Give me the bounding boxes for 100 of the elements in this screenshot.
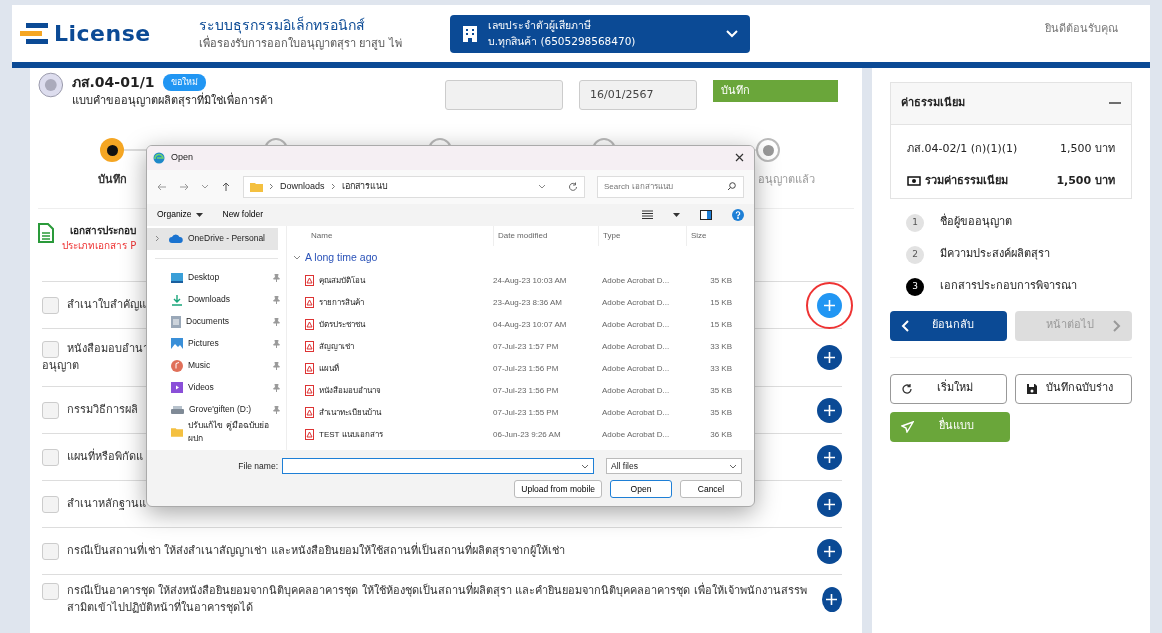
pin-icon <box>273 361 280 370</box>
search-field[interactable]: Search เอกสารแนบ <box>597 175 744 198</box>
file-name[interactable]: คุณสมบัติโอน <box>319 274 365 287</box>
column-header[interactable]: Date modified <box>493 225 598 246</box>
checkbox[interactable] <box>42 401 59 419</box>
add-file-button[interactable] <box>817 444 842 470</box>
file-date: 07-Jul-23 1:57 PM <box>493 340 560 353</box>
welcome-text: ยินดีต้อนรับคุณ <box>1045 21 1118 37</box>
step-label: มีความประสงค์ผลิตสุรา <box>940 246 1050 263</box>
back-button[interactable]: ย้อนกลับ <box>890 310 1007 341</box>
upload-from-mobile-button[interactable]: Upload from mobile <box>514 480 602 498</box>
address-bar[interactable]: Downloads เอกสารแนบ <box>243 175 585 198</box>
up-arrow-icon[interactable] <box>221 181 231 192</box>
preview-pane-icon[interactable] <box>700 209 712 220</box>
nav-item[interactable]: Music <box>147 354 286 377</box>
file-date: 07-Jul-23 1:56 PM <box>493 362 560 375</box>
document-label: กรรมวิธีการผลิ <box>67 401 138 418</box>
file-size: 35 KB <box>709 406 732 419</box>
forward-arrow-icon[interactable] <box>179 181 189 192</box>
checkbox[interactable] <box>42 340 59 358</box>
chevron-right-icon <box>330 183 336 191</box>
chevron-down-icon[interactable] <box>538 183 546 190</box>
plus-icon <box>823 497 836 511</box>
nav-item[interactable]: ปรับแก้ไข คู่มือฉบับย่อ ผปก <box>147 420 286 443</box>
column-header[interactable]: Type <box>598 225 686 246</box>
column-header[interactable]: Size <box>686 225 732 246</box>
chevron-right-icon <box>269 183 274 191</box>
date-field[interactable]: 16/01/2567 <box>579 80 697 110</box>
path-segment[interactable]: เอกสารแนบ <box>341 180 388 194</box>
file-name[interactable]: สำเนาทะเบียนบ้าน <box>319 406 381 419</box>
new-folder-button[interactable]: New folder <box>222 208 264 221</box>
nav-item[interactable]: Grove'giften (D:) <box>147 398 286 421</box>
close-icon[interactable] <box>735 153 744 163</box>
file-date: 07-Jul-23 1:55 PM <box>493 406 560 419</box>
add-file-button[interactable] <box>817 345 842 370</box>
checkbox[interactable] <box>42 542 59 560</box>
file-name[interactable]: บัตรประชาชน <box>319 318 365 331</box>
group-header: A long time ago <box>305 249 378 265</box>
input-field[interactable] <box>445 80 563 110</box>
plus-icon <box>823 298 836 312</box>
request-badge: ขอใหม่ <box>162 73 206 92</box>
step-label: บันทึก <box>97 172 127 188</box>
path-segment[interactable]: Downloads <box>280 180 325 194</box>
file-date: 23-Aug-23 8:36 AM <box>493 296 563 309</box>
reset-button[interactable]: เริ่มใหม่ <box>890 373 1007 404</box>
pin-icon <box>273 295 280 304</box>
open-button[interactable]: Open <box>610 480 672 498</box>
view-list-icon[interactable] <box>642 210 653 220</box>
save-draft-button[interactable]: บันทึกฉบับร่าง <box>1015 373 1132 404</box>
document-icon <box>38 223 54 243</box>
checkbox[interactable] <box>42 296 59 314</box>
back-arrow-icon[interactable] <box>157 181 167 192</box>
file-size: 33 KB <box>709 362 732 375</box>
nav-item[interactable]: Videos <box>147 376 286 399</box>
nav-item[interactable]: Desktop <box>147 266 286 289</box>
file-name[interactable]: แผนที่ <box>319 362 339 375</box>
chevron-down-icon[interactable] <box>201 183 209 190</box>
organize-menu[interactable]: Organize <box>157 208 203 221</box>
pdf-file-icon <box>305 319 314 331</box>
dialog-title: Open <box>171 151 194 165</box>
refresh-icon[interactable] <box>568 181 578 192</box>
system-subtitle: เพื่อรองรับการออกใบอนุญาตสุรา ยาสูบ ไพ่ <box>198 35 402 52</box>
file-type: Adobe Acrobat D... <box>601 384 671 397</box>
caret-icon[interactable] <box>673 212 680 217</box>
folder-icon <box>171 426 184 437</box>
add-file-button[interactable] <box>817 538 842 564</box>
file-name[interactable]: สัญญาเช่า <box>319 340 354 353</box>
file-name[interactable]: รายการสินค้า <box>319 296 364 309</box>
nav-item[interactable]: OneDrive - Personal <box>147 227 278 250</box>
add-file-button[interactable] <box>817 491 842 517</box>
add-file-button[interactable] <box>817 397 842 423</box>
checkbox[interactable] <box>42 583 59 600</box>
nav-item[interactable]: Pictures <box>147 332 286 355</box>
nav-item[interactable]: Documents <box>147 310 286 333</box>
chevron-down-icon <box>725 29 738 38</box>
logo-icon <box>20 22 50 45</box>
send-icon <box>901 420 914 433</box>
cancel-button[interactable]: Cancel <box>680 480 742 498</box>
column-header[interactable]: Name <box>293 225 493 246</box>
step-label: อนุญาตแล้ว <box>758 172 815 188</box>
checkbox[interactable] <box>42 495 59 513</box>
form-code: ภส.04-01/1 <box>71 73 155 92</box>
document-icon <box>171 315 181 328</box>
pdf-file-icon <box>305 275 314 287</box>
file-name[interactable]: หนังสือมอบอำนาจ <box>319 384 381 397</box>
file-name-field[interactable] <box>282 458 594 474</box>
nav-item[interactable]: Downloads <box>147 288 286 311</box>
taxpayer-dropdown[interactable]: เลขประจำตัวผู้เสียภาษี บ.ทุกสินค้า (6505298568470) <box>449 14 750 53</box>
file-type-dropdown[interactable]: All files <box>606 458 742 474</box>
help-icon[interactable] <box>732 208 744 221</box>
checkbox[interactable] <box>42 448 59 466</box>
step-label: เอกสารประกอบการพิจารณา <box>940 278 1077 295</box>
add-file-button[interactable] <box>821 587 842 612</box>
pdf-file-icon <box>305 297 314 309</box>
chevron-right-icon <box>1113 319 1121 332</box>
file-name[interactable]: TEST แนบเอกสาร <box>319 428 383 441</box>
chevron-down-icon[interactable] <box>293 254 301 261</box>
caret-icon <box>195 212 203 217</box>
expand-icon[interactable] <box>155 235 160 243</box>
pdf-file-icon <box>305 363 314 375</box>
